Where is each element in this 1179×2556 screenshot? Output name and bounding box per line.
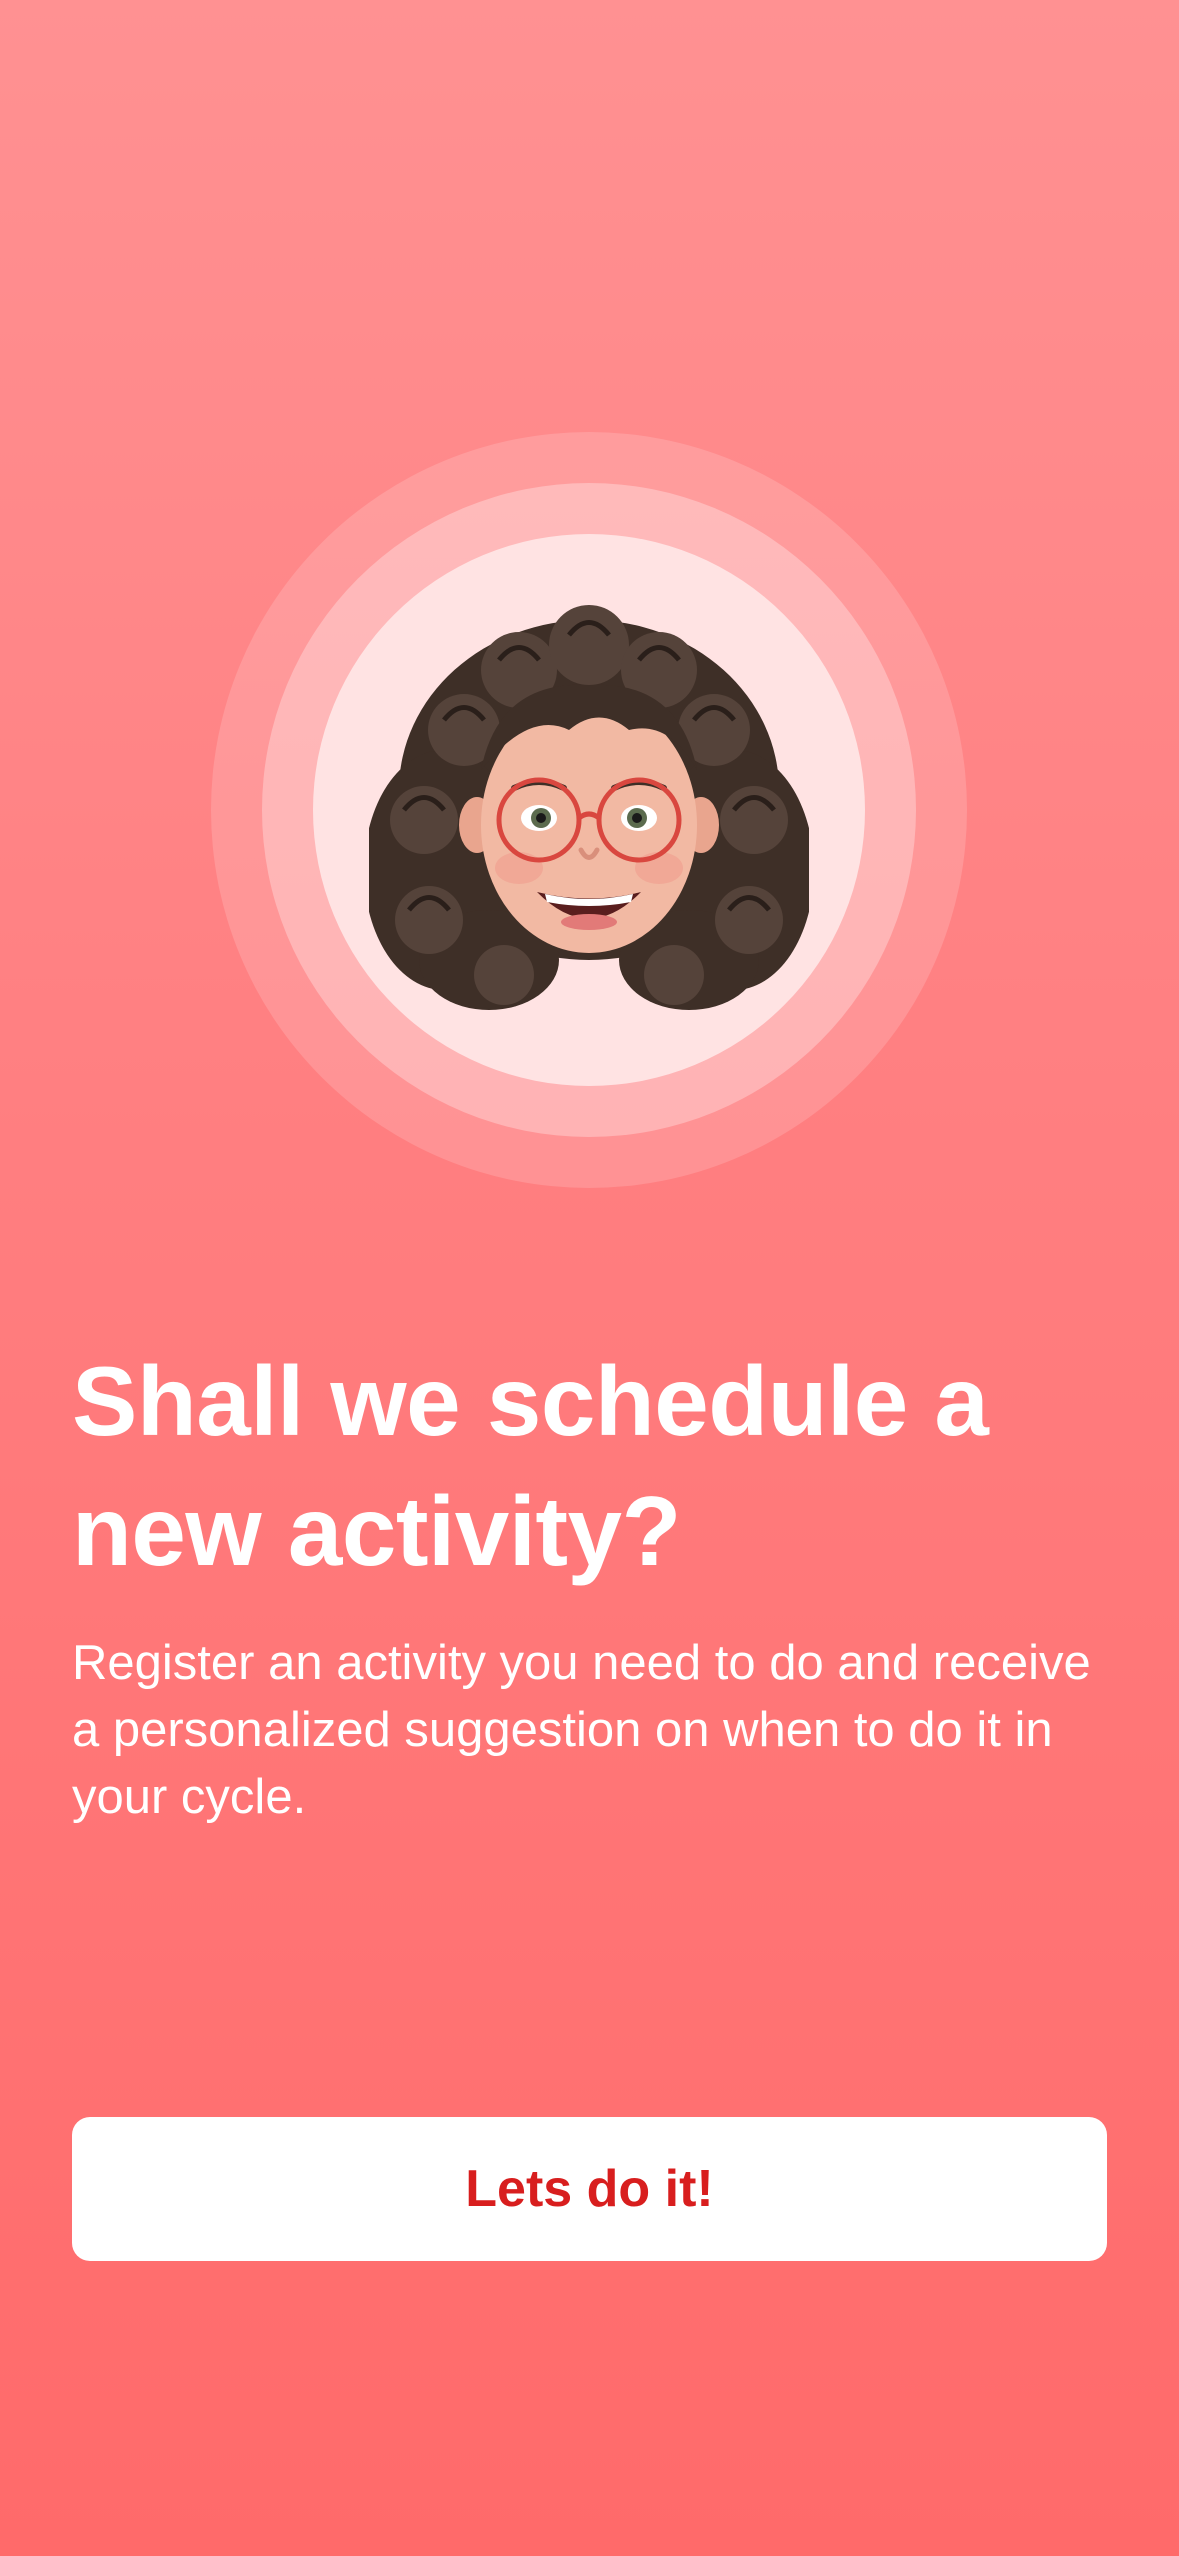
- memoji-avatar-icon: [369, 605, 809, 1010]
- onboarding-screen: Shall we schedule a new activity? Regist…: [0, 0, 1179, 2556]
- page-description: Register an activity you need to do and …: [72, 1636, 1091, 1824]
- page-title: Shall we schedule a new activity?: [72, 1346, 989, 1586]
- lets-do-it-button[interactable]: Lets do it!: [72, 2117, 1107, 2261]
- lets-do-it-button-label: Lets do it!: [465, 2160, 714, 2218]
